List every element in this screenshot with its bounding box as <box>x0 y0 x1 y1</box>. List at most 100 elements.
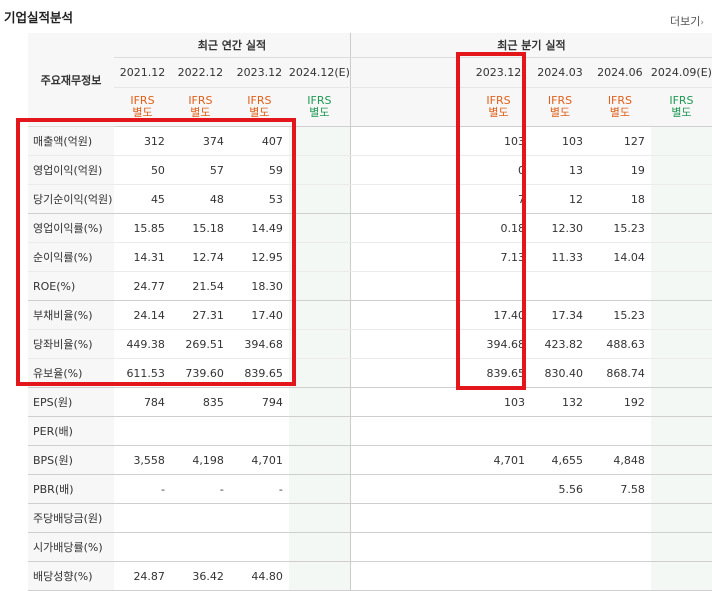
quarter-value: 839.65 <box>466 358 531 388</box>
annual-value: 57 <box>170 155 230 185</box>
quarter-value: 4,848 <box>588 445 651 475</box>
quarter-value <box>588 503 651 533</box>
annual-value: 53 <box>229 184 289 214</box>
annual-value: 407 <box>229 126 289 156</box>
quarter-value: 0.18 <box>466 213 531 243</box>
annual-value: 24.77 <box>113 271 171 301</box>
annual-value: 15.85 <box>113 213 171 243</box>
quarter-value: 17.40 <box>466 300 531 330</box>
quarter-period-estimate: 2024.09(E) <box>650 57 712 88</box>
annual-value: 269.51 <box>170 329 230 359</box>
empty-value <box>408 474 467 504</box>
table-row: 배당성향(%) 24.87 36.42 44.80 <box>28 561 712 591</box>
annual-value: 794 <box>229 387 289 417</box>
annual-value <box>229 532 289 562</box>
quarter-group-header: 최근 분기 실적 <box>349 33 712 58</box>
annual-value: - <box>170 474 230 504</box>
annual-value <box>113 532 171 562</box>
row-label: 매출액(억원) <box>28 126 114 156</box>
corner-label: 주요재무정보 <box>28 33 114 127</box>
annual-period: 2022.12 <box>170 57 230 88</box>
quarter-value <box>650 358 712 388</box>
quarter-value <box>588 532 651 562</box>
table-row: 부채비율(%) 24.14 27.31 17.40 17.40 17.34 15.23 <box>28 300 712 330</box>
quarter-value: 423.82 <box>531 329 589 359</box>
annual-value: 3,558 <box>113 445 171 475</box>
basis-line2: 별도 <box>671 106 692 119</box>
empty-value <box>408 445 467 475</box>
quarter-value: 18 <box>588 184 651 214</box>
financial-table: 주요재무정보 최근 연간 실적 최근 분기 실적 2021.12 2022.12… <box>28 33 712 591</box>
quarter-value: 15.23 <box>588 300 651 330</box>
quarter-value: 15.23 <box>588 213 651 243</box>
empty-value <box>349 329 409 359</box>
row-label: 영업이익(억원) <box>28 155 114 185</box>
empty-value <box>349 126 409 156</box>
quarter-value: 127 <box>588 126 651 156</box>
empty-value <box>408 242 467 272</box>
row-label: 영업이익률(%) <box>28 213 114 243</box>
quarter-value: 192 <box>588 387 651 417</box>
annual-value <box>288 387 351 417</box>
quarter-value <box>650 184 712 214</box>
empty-value <box>408 271 467 301</box>
annual-value: 4,198 <box>170 445 230 475</box>
table-row: 시가배당률(%) <box>28 532 712 562</box>
empty-value <box>408 213 467 243</box>
annual-value: 784 <box>113 387 171 417</box>
annual-value: 4,701 <box>229 445 289 475</box>
quarter-value <box>466 416 531 446</box>
table-row: 주당배당금(원) <box>28 503 712 533</box>
quarter-value <box>466 532 531 562</box>
annual-value <box>288 126 351 156</box>
annual-value <box>288 213 351 243</box>
quarter-value <box>650 416 712 446</box>
quarter-value <box>650 387 712 417</box>
empty-value <box>349 445 409 475</box>
quarter-value <box>531 561 589 591</box>
quarter-value: 394.68 <box>466 329 531 359</box>
quarter-value: 488.63 <box>588 329 651 359</box>
annual-value <box>288 300 351 330</box>
row-label: 주당배당금(원) <box>28 503 114 533</box>
more-link[interactable]: 더보기› <box>670 13 704 29</box>
row-label: 당좌비율(%) <box>28 329 114 359</box>
annual-value <box>288 503 351 533</box>
quarter-value <box>650 503 712 533</box>
annual-value <box>170 532 230 562</box>
quarter-period: 2023.12 <box>466 57 531 88</box>
empty-value <box>349 271 409 301</box>
quarter-value: 103 <box>466 126 531 156</box>
annual-value: 21.54 <box>170 271 230 301</box>
annual-value: 611.53 <box>113 358 171 388</box>
annual-value: 449.38 <box>113 329 171 359</box>
empty-value <box>408 416 467 446</box>
quarter-value <box>650 474 712 504</box>
basis-label-estimate: IFRS 별도 <box>288 87 351 127</box>
quarter-value <box>650 155 712 185</box>
annual-value: 24.14 <box>113 300 171 330</box>
annual-period: 2021.12 <box>113 57 171 88</box>
quarter-value <box>531 271 589 301</box>
quarter-value: 7.58 <box>588 474 651 504</box>
row-label: PBR(배) <box>28 474 114 504</box>
annual-group-header: 최근 연간 실적 <box>113 33 351 58</box>
quarter-value <box>650 561 712 591</box>
annual-value: - <box>113 474 171 504</box>
table-row: EPS(원) 784 835 794 103 132 192 <box>28 387 712 417</box>
annual-value <box>288 155 351 185</box>
annual-value: 394.68 <box>229 329 289 359</box>
annual-value: 24.87 <box>113 561 171 591</box>
empty-value <box>349 416 409 446</box>
quarter-value <box>588 561 651 591</box>
annual-value <box>288 184 351 214</box>
quarter-value <box>650 300 712 330</box>
annual-period-estimate: 2024.12(E) <box>288 57 351 88</box>
table-row: 유보율(%) 611.53 739.60 839.65 839.65 830.40 868.… <box>28 358 712 388</box>
annual-value <box>288 358 351 388</box>
annual-value <box>170 416 230 446</box>
section-title: 기업실적분석 <box>4 10 74 25</box>
row-label: PER(배) <box>28 416 114 446</box>
quarter-value: 13 <box>531 155 589 185</box>
quarter-value <box>588 416 651 446</box>
